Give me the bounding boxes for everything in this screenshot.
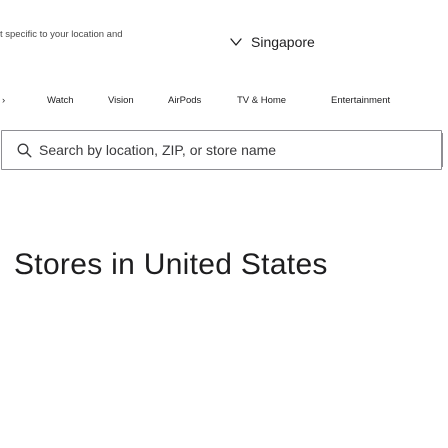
nav-item-airpods[interactable]: AirPods	[168, 95, 201, 106]
store-search-box[interactable]	[1, 130, 443, 170]
page-title: Stores in United States	[14, 248, 328, 281]
nav-item-entertainment[interactable]: Entertainment	[331, 95, 390, 106]
nav-item-vision[interactable]: Vision	[108, 95, 134, 106]
region-banner-text: t specific to your location and	[0, 29, 123, 40]
nav-item-truncated[interactable]: ›	[2, 95, 5, 106]
search-icon	[17, 143, 32, 158]
region-label: Singapore	[251, 34, 315, 50]
region-selector[interactable]: Singapore	[229, 34, 315, 50]
region-banner: t specific to your location and Singapor…	[0, 26, 448, 62]
global-nav: › Watch Vision AirPods TV & Home Enterta…	[0, 95, 448, 109]
nav-item-watch[interactable]: Watch	[47, 95, 74, 106]
chevron-down-icon	[230, 38, 242, 46]
store-search-input[interactable]	[39, 140, 429, 160]
store-locator-page: t specific to your location and Singapor…	[0, 0, 448, 448]
nav-item-tv-home[interactable]: TV & Home	[237, 95, 286, 106]
